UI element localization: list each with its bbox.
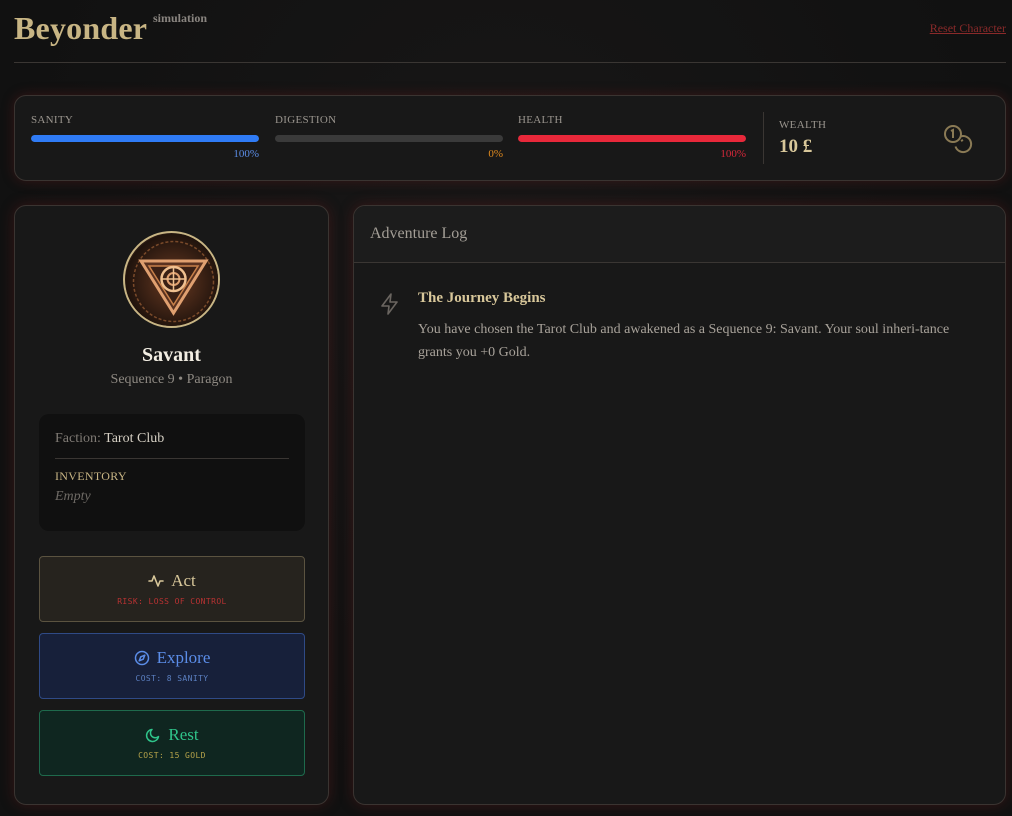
sanity-stat: SANITY 100%: [31, 114, 259, 160]
log-header: Adventure Log: [354, 206, 1005, 263]
app-subtitle: simulation: [153, 11, 208, 25]
character-sequence: Sequence 9 • Paragon: [110, 372, 233, 387]
coins-icon: [944, 125, 973, 153]
digestion-percent: 0%: [488, 148, 503, 160]
app-title: Beyonder: [14, 10, 148, 46]
inventory-label: INVENTORY: [55, 469, 127, 483]
inventory-empty: Empty: [55, 489, 91, 504]
explore-subtext: COST: 8 SANITY: [135, 674, 209, 683]
rest-label: Rest: [168, 725, 199, 744]
digestion-label: DIGESTION: [275, 114, 337, 126]
sanity-bar-fill: [31, 135, 259, 142]
digestion-stat: DIGESTION 0%: [275, 114, 503, 160]
moon-icon: [146, 728, 160, 743]
health-bar: [518, 135, 746, 142]
wealth-value: 10 £: [779, 136, 813, 157]
log-title: Adventure Log: [370, 225, 468, 242]
lightning-icon: [381, 293, 398, 315]
rest-title: Rest: [40, 725, 304, 745]
activity-icon: [148, 575, 165, 587]
explore-title: Explore: [40, 648, 304, 668]
sanity-percent: 100%: [233, 148, 259, 160]
tarot-emblem-icon: [123, 231, 220, 328]
info-divider: [55, 458, 289, 459]
character-panel: Savant Sequence 9 • Paragon Faction: Tar…: [14, 205, 329, 805]
faction-value: Tarot Club: [104, 431, 165, 446]
reset-character-link[interactable]: Reset Character: [930, 21, 1006, 36]
health-bar-fill: [518, 135, 746, 142]
sanity-label: SANITY: [31, 114, 74, 126]
act-button[interactable]: Act RISK: LOSS OF CONTROL: [39, 556, 305, 622]
act-subtext: RISK: LOSS OF CONTROL: [117, 597, 227, 606]
log-entry-title: The Journey Begins: [418, 290, 546, 306]
compass-icon: [134, 650, 149, 666]
character-name: Savant: [142, 344, 201, 366]
health-label: HEALTH: [518, 114, 563, 126]
stats-bar: SANITY 100% DIGESTION 0% HEALTH 100% WEA…: [14, 95, 1006, 181]
app-header: Beyonder simulation Reset Character: [14, 0, 1006, 63]
digestion-bar: [275, 135, 503, 142]
explore-label: Explore: [156, 648, 211, 667]
act-title: Act: [40, 571, 304, 591]
faction-line: Faction: Tarot Club: [55, 431, 164, 447]
health-stat: HEALTH 100%: [518, 114, 746, 160]
adventure-log-panel: Adventure Log The Journey Begins You hav…: [353, 205, 1006, 805]
wealth-divider: [763, 112, 764, 164]
sanity-bar: [31, 135, 259, 142]
log-entry-text: You have chosen the Tarot Club and awake…: [418, 322, 950, 360]
faction-label: Faction:: [55, 431, 101, 446]
health-percent: 100%: [720, 148, 746, 160]
wealth-label: WEALTH: [779, 119, 827, 131]
character-info-box: Faction: Tarot Club INVENTORY Empty: [39, 414, 305, 531]
act-label: Act: [171, 571, 196, 590]
rest-subtext: COST: 15 GOLD: [138, 751, 206, 760]
rest-button[interactable]: Rest COST: 15 GOLD: [39, 710, 305, 776]
explore-button[interactable]: Explore COST: 8 SANITY: [39, 633, 305, 699]
